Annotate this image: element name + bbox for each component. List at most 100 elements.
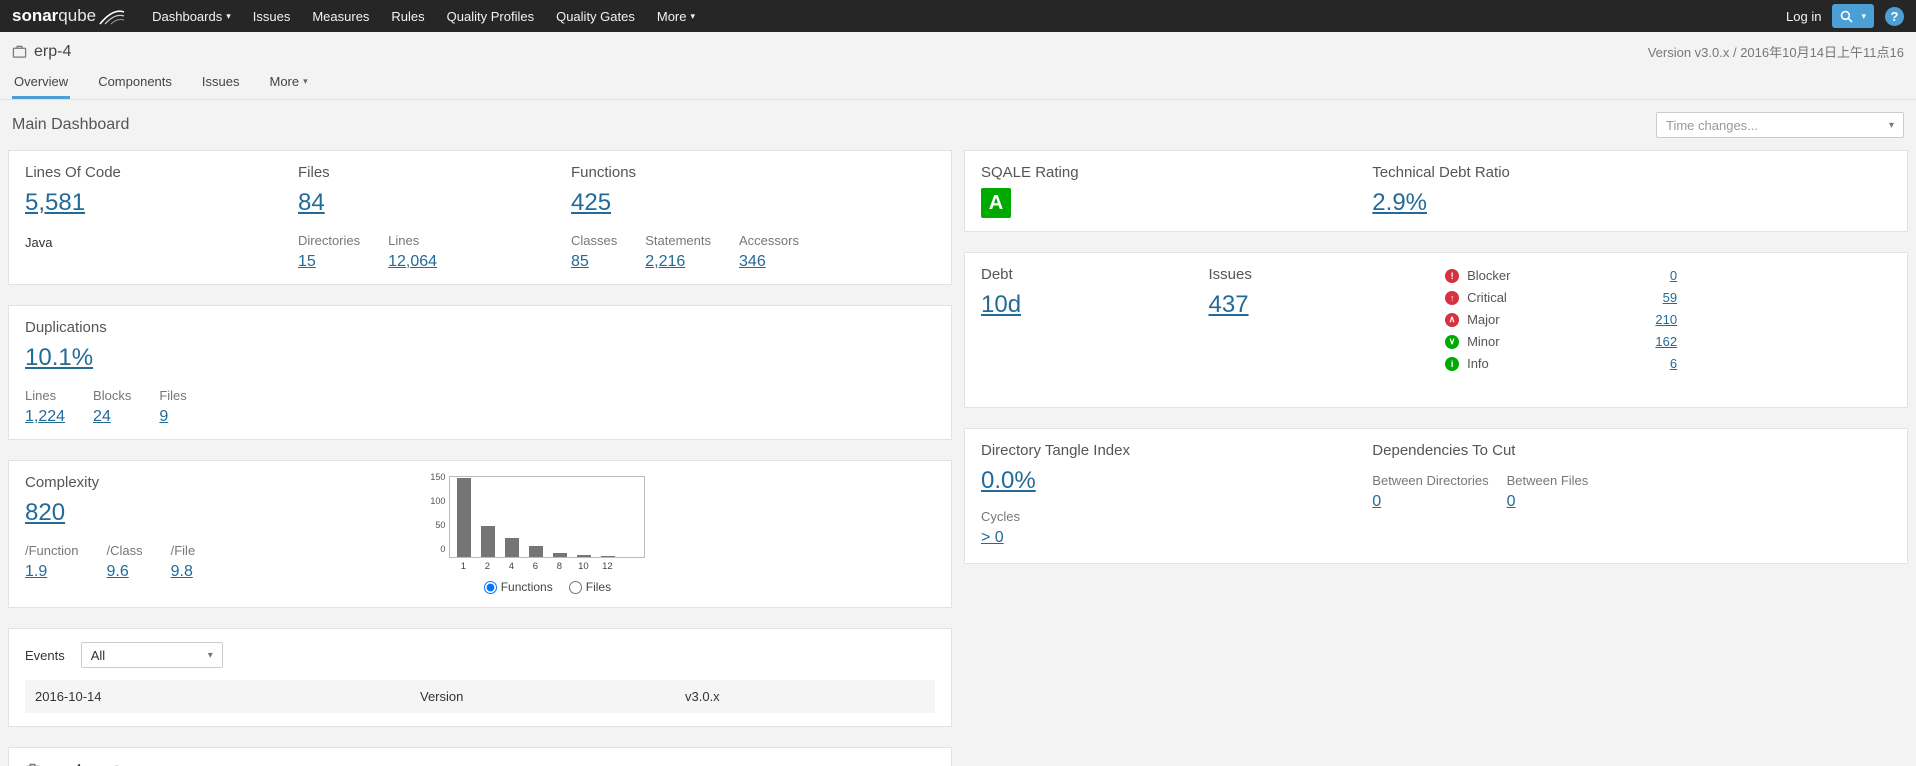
- chevron-down-icon: ▾: [207, 649, 213, 661]
- critical-icon: ↑: [1445, 290, 1460, 305]
- nav-item-issues[interactable]: Issues: [242, 0, 302, 32]
- minor-count[interactable]: 162: [1655, 334, 1677, 349]
- radio-files-input[interactable]: [568, 580, 582, 594]
- issues-block: Issues 437: [1209, 266, 1446, 378]
- lines-of-code-value[interactable]: 5,581: [25, 189, 85, 217]
- between-files-value[interactable]: 0: [1507, 493, 1516, 511]
- sonarqube-logo[interactable]: sonarqube: [12, 6, 125, 26]
- per-function-value[interactable]: 1.9: [25, 563, 47, 581]
- time-changes-select[interactable]: Time changes... ▾: [1656, 112, 1904, 138]
- tab-overview[interactable]: Overview: [12, 65, 71, 99]
- nav-item-quality-profiles[interactable]: Quality Profiles: [436, 0, 545, 32]
- chart-x-tick: 8: [556, 561, 563, 572]
- files-value[interactable]: 84: [298, 189, 325, 217]
- blocker-count[interactable]: 0: [1670, 268, 1677, 283]
- functions-value[interactable]: 425: [571, 189, 611, 217]
- statements-value[interactable]: 2,216: [645, 253, 685, 271]
- sqale-rating-badge[interactable]: A: [981, 188, 1011, 218]
- cycles-value[interactable]: > 0: [981, 529, 1004, 547]
- widget-title: Files: [298, 164, 330, 181]
- events-filter-select[interactable]: All ▾: [80, 642, 223, 668]
- help-button[interactable]: ?: [1885, 6, 1904, 26]
- debt-issues-widget: Debt 10d Issues 437 ! Blocker 0 ↑ Critic…: [964, 252, 1908, 408]
- metric-between-files: Between Files 0: [1507, 473, 1589, 511]
- nav-item-dashboards[interactable]: Dashboards ▾: [141, 0, 242, 32]
- info-count[interactable]: 6: [1670, 356, 1677, 371]
- complexity-widget: Complexity 820 /Function 1.9 /Class 9.6 …: [8, 460, 952, 608]
- nav-item-more[interactable]: More ▾: [646, 0, 706, 32]
- debt-value[interactable]: 10d: [981, 291, 1021, 319]
- tab-more[interactable]: More ▾: [267, 65, 309, 99]
- events-filter-value: All: [90, 647, 106, 663]
- accessors-value[interactable]: 346: [739, 253, 766, 271]
- complexity-chart: [449, 476, 646, 558]
- nav-item-measures[interactable]: Measures: [301, 0, 380, 32]
- nav-item-label: Dashboards: [152, 8, 223, 24]
- page-title: Main Dashboard: [12, 116, 130, 133]
- metric-label: /Class: [106, 543, 143, 558]
- widget-title: Dependencies To Cut: [1372, 442, 1516, 459]
- logo-text: sonarqube: [12, 6, 97, 25]
- severity-name: Critical: [1467, 290, 1507, 305]
- blocker-icon: !: [1445, 268, 1460, 283]
- chart-bar: [457, 478, 472, 557]
- top-navbar: sonarqube Dashboards ▾ Issues Measures Ru…: [0, 0, 1916, 32]
- tangle-dependencies-widget: Directory Tangle Index 0.0% Cycles > 0 D…: [964, 428, 1908, 564]
- classes-value[interactable]: 85: [571, 253, 589, 271]
- technical-debt-ratio-value[interactable]: 2.9%: [1372, 189, 1427, 217]
- issues-value[interactable]: 437: [1209, 291, 1249, 319]
- metric-label: Between Directories: [1372, 473, 1489, 488]
- nav-item-rules[interactable]: Rules: [380, 0, 435, 32]
- event-category: Version: [420, 689, 464, 704]
- between-directories-value[interactable]: 0: [1372, 493, 1381, 511]
- per-class-value[interactable]: 9.6: [106, 563, 128, 581]
- per-file-value[interactable]: 9.8: [171, 563, 193, 581]
- major-count[interactable]: 210: [1655, 312, 1677, 327]
- severity-row-blocker: ! Blocker 0: [1445, 268, 1677, 283]
- metric-lines: Lines 12,064: [388, 233, 437, 271]
- info-icon: i: [1445, 356, 1460, 371]
- chevron-down-icon: ▾: [1861, 10, 1866, 21]
- dup-blocks-value[interactable]: 24: [93, 408, 111, 426]
- radio-functions-input[interactable]: [483, 580, 497, 594]
- metric-label: Classes: [571, 233, 618, 248]
- radio-files[interactable]: Files: [568, 580, 611, 594]
- search-icon: [1841, 10, 1854, 23]
- metric-directories: Directories 15: [298, 233, 360, 271]
- nav-item-label: Issues: [252, 8, 291, 24]
- chart-x-tick: 10: [578, 561, 589, 572]
- nav-item-quality-gates[interactable]: Quality Gates: [545, 0, 646, 32]
- login-link[interactable]: Log in: [1786, 9, 1821, 24]
- metric-between-directories: Between Directories 0: [1372, 473, 1488, 511]
- size-widget: Lines Of Code 5,581 Java Files 84 Direct…: [8, 150, 952, 285]
- project-header: erp-4 Version v3.0.x / 2016年10月14日上午11点1…: [0, 32, 1916, 65]
- widget-title: Technical Debt Ratio: [1372, 164, 1510, 181]
- complexity-value[interactable]: 820: [25, 499, 65, 527]
- chart-y-ticks: 150 100 50 0: [425, 472, 449, 554]
- metric-statements: Statements 2,216: [645, 233, 711, 271]
- tangle-index-value[interactable]: 0.0%: [981, 467, 1036, 495]
- dup-lines-value[interactable]: 1,224: [25, 408, 65, 426]
- chevron-down-icon: ▾: [226, 10, 231, 21]
- tab-components[interactable]: Components: [96, 65, 174, 99]
- radio-functions[interactable]: Functions: [483, 580, 553, 594]
- lines-value[interactable]: 12,064: [388, 253, 437, 271]
- tab-label: Components: [98, 74, 172, 89]
- description-project-key: erp-2: [92, 763, 120, 766]
- widget-title: Events: [25, 647, 65, 663]
- dup-files-value[interactable]: 9: [159, 408, 168, 426]
- severity-row-critical: ↑ Critical 59: [1445, 290, 1677, 305]
- search-button[interactable]: ▾: [1832, 4, 1874, 28]
- critical-count[interactable]: 59: [1663, 290, 1677, 305]
- functions-block: Functions 425 Classes 85 Statements 2,21…: [571, 164, 935, 271]
- directories-value[interactable]: 15: [298, 253, 316, 271]
- event-description: v3.0.x: [685, 689, 720, 704]
- metric-dup-files: Files 9: [159, 388, 186, 426]
- tab-issues[interactable]: Issues: [200, 65, 242, 99]
- metric-classes: Classes 85: [571, 233, 617, 271]
- time-changes-placeholder: Time changes...: [1666, 117, 1759, 133]
- tab-label: Overview: [14, 74, 69, 89]
- metric-dup-lines: Lines 1,224: [25, 388, 65, 426]
- duplications-value[interactable]: 10.1%: [25, 344, 93, 372]
- left-column: Lines Of Code 5,581 Java Files 84 Direct…: [8, 150, 952, 766]
